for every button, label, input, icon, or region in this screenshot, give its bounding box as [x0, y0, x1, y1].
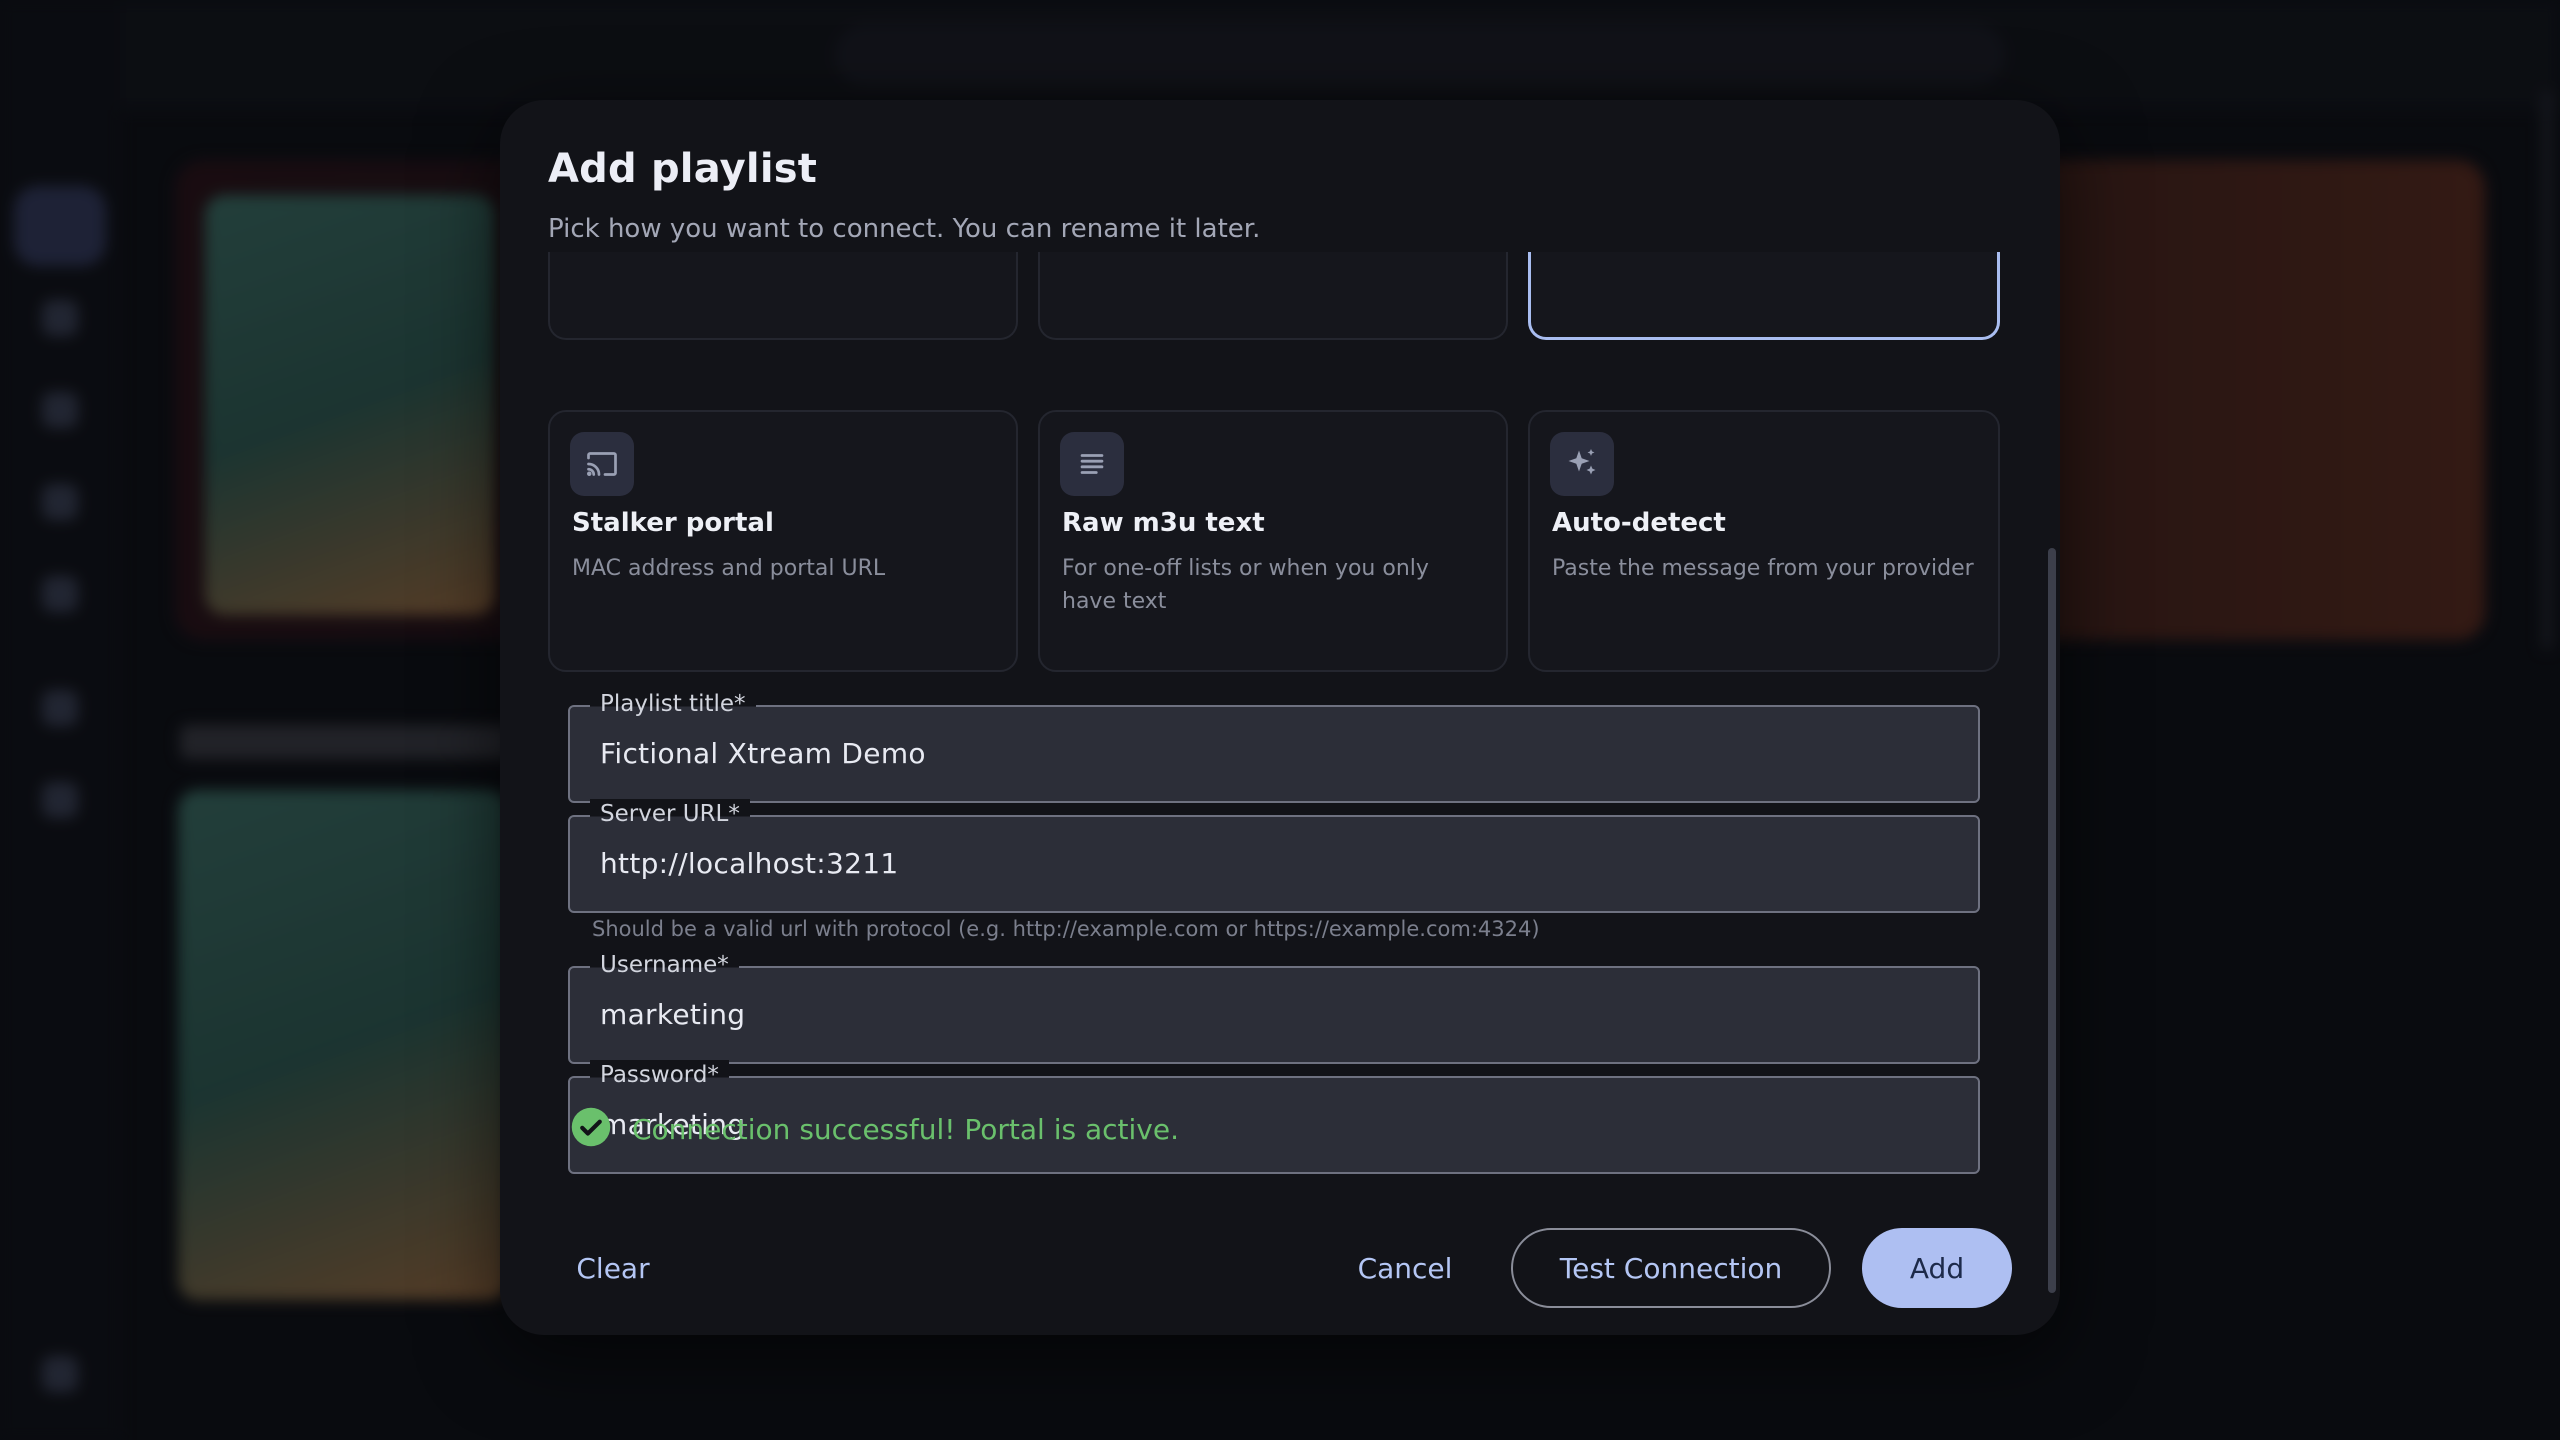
- dialog-scrollbar[interactable]: [2048, 548, 2056, 1293]
- option-description: Paste the message from your provider: [1552, 556, 1974, 581]
- field-label: Playlist title*: [590, 689, 756, 719]
- dialog-subtitle: Pick how you want to connect. You can re…: [548, 214, 1261, 244]
- playlist-title-field[interactable]: Playlist title* Fictional Xtream Demo: [568, 689, 1980, 803]
- playlist-title-input[interactable]: Fictional Xtream Demo: [600, 737, 926, 770]
- username-field[interactable]: Username* marketing: [568, 950, 1980, 1064]
- field-label: Username*: [590, 950, 739, 980]
- cancel-button[interactable]: Cancel: [1350, 1228, 1460, 1308]
- option-card-selected[interactable]: [1528, 252, 2000, 340]
- text-lines-icon: [1060, 432, 1124, 496]
- option-description: MAC address and portal URL: [572, 556, 886, 581]
- field-label: Server URL*: [590, 799, 750, 829]
- option-card[interactable]: [548, 252, 1018, 340]
- option-title: Stalker portal: [572, 508, 774, 538]
- field-label: Password*: [590, 1060, 729, 1090]
- add-button[interactable]: Add: [1862, 1228, 2012, 1308]
- option-title: Raw m3u text: [1062, 508, 1265, 538]
- option-card-raw-m3u[interactable]: Raw m3u text For one-off lists or when y…: [1038, 410, 1508, 672]
- option-title: Auto-detect: [1552, 508, 1726, 538]
- server-url-field[interactable]: Server URL* http://localhost:3211: [568, 799, 1980, 913]
- test-connection-button[interactable]: Test Connection: [1511, 1228, 1831, 1308]
- status-message: Connection successful! Portal is active.: [632, 1112, 1179, 1146]
- sparkles-icon: [1550, 432, 1614, 496]
- option-card-stalker-portal[interactable]: Stalker portal MAC address and portal UR…: [548, 410, 1018, 672]
- server-url-input[interactable]: http://localhost:3211: [600, 847, 898, 880]
- connection-status: Connection successful! Portal is active.: [570, 1106, 1179, 1152]
- add-playlist-dialog: Add playlist Pick how you want to connec…: [500, 100, 2060, 1335]
- check-circle-icon: [570, 1106, 612, 1152]
- option-card-auto-detect[interactable]: Auto-detect Paste the message from your …: [1528, 410, 2000, 672]
- option-card[interactable]: [1038, 252, 1508, 340]
- server-url-hint: Should be a valid url with protocol (e.g…: [592, 917, 1540, 941]
- clear-button[interactable]: Clear: [548, 1228, 678, 1308]
- username-input[interactable]: marketing: [600, 998, 745, 1031]
- dialog-title: Add playlist: [548, 146, 818, 192]
- cast-icon: [570, 432, 634, 496]
- option-description: For one-off lists or when you only have …: [1062, 556, 1429, 614]
